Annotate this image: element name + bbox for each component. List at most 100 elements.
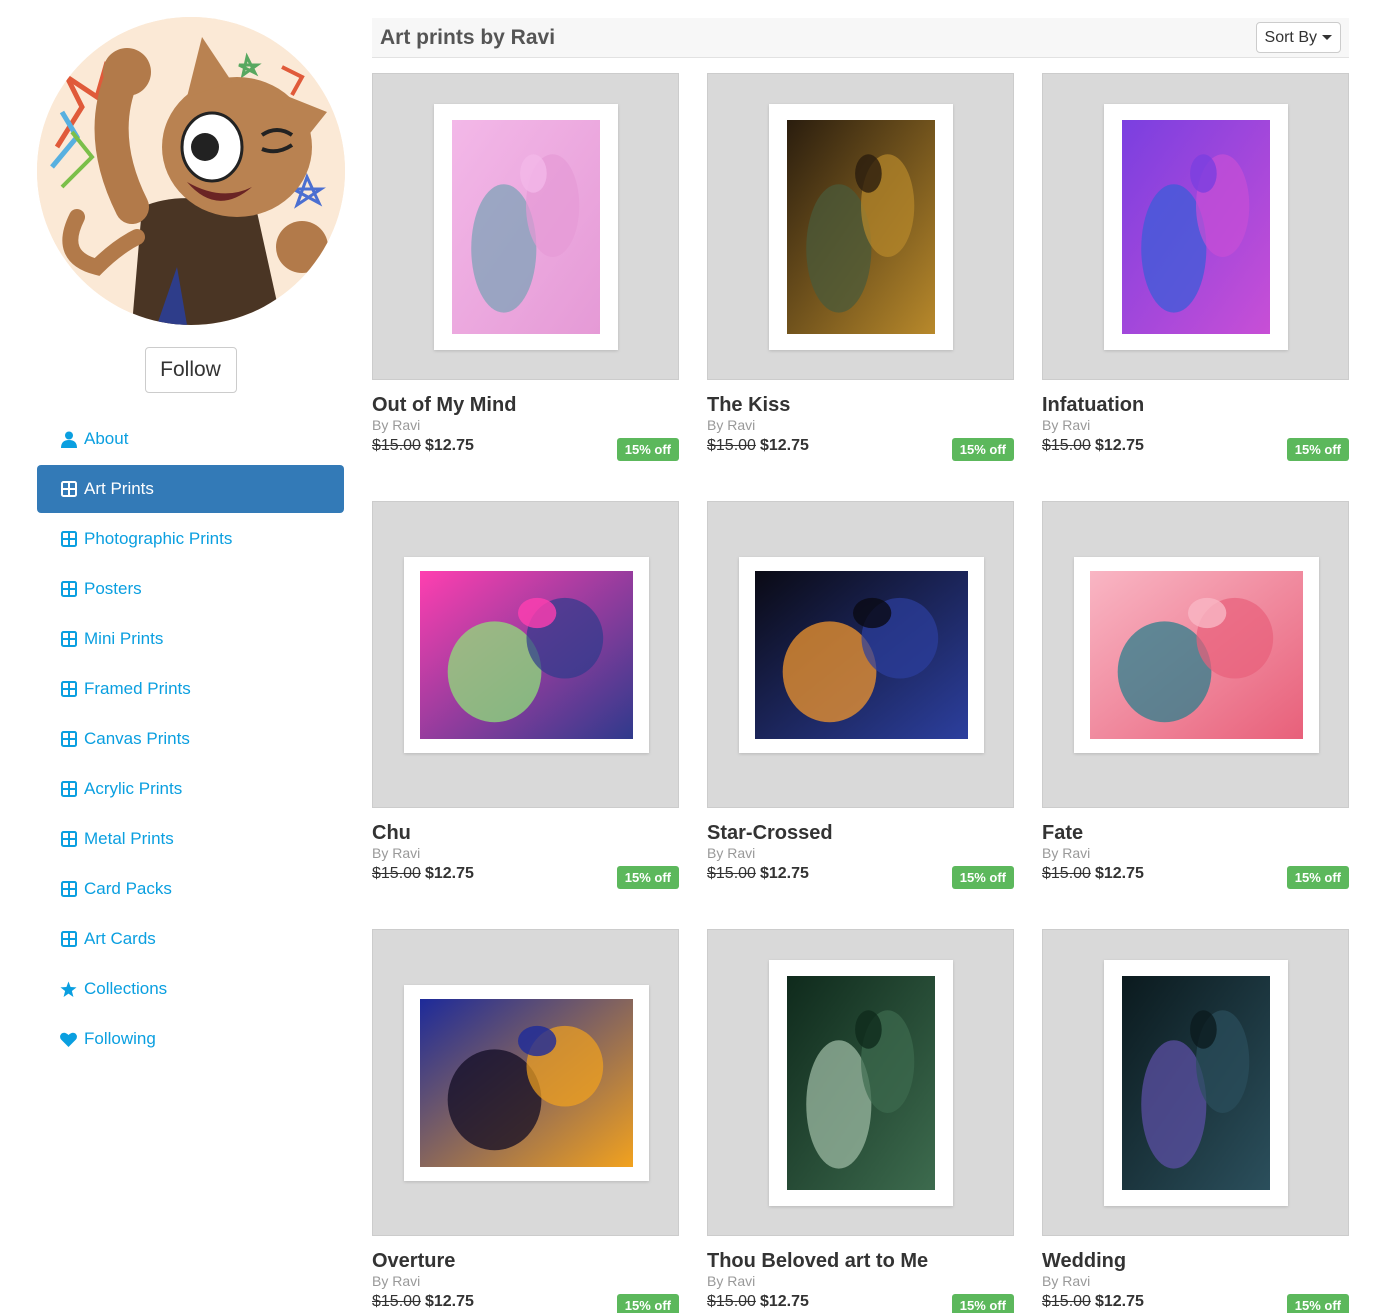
sidebar-item-label: Collections bbox=[84, 979, 168, 998]
grid-icon bbox=[60, 481, 77, 498]
sidebar-item-label: Framed Prints bbox=[84, 679, 191, 698]
product-thumbnail[interactable] bbox=[1042, 501, 1349, 808]
discount-badge: 15% off bbox=[951, 1293, 1014, 1313]
sale-price: $12.75 bbox=[759, 1293, 809, 1310]
discount-badge: 15% off bbox=[1286, 865, 1349, 889]
product-artist: By Ravi bbox=[707, 845, 756, 861]
product-title[interactable]: The Kiss bbox=[707, 393, 1014, 417]
product-artist: By Ravi bbox=[1042, 1273, 1091, 1289]
sidebar-item-photographic-prints[interactable]: Photographic Prints bbox=[37, 515, 344, 563]
product-artist: By Ravi bbox=[372, 417, 421, 433]
grid-icon bbox=[60, 831, 77, 848]
print-mat bbox=[769, 104, 953, 350]
grid-icon bbox=[60, 781, 77, 798]
product-artist: By Ravi bbox=[1042, 417, 1091, 433]
product-card[interactable]: Wedding By Ravi $15.00 $12.75 15% off bbox=[1042, 929, 1349, 1313]
product-card[interactable]: Fate By Ravi $15.00 $12.75 15% off bbox=[1042, 501, 1349, 889]
sidebar-item-label: Following bbox=[84, 1029, 156, 1048]
product-title[interactable]: Overture bbox=[372, 1249, 679, 1273]
sidebar-item-label: Art Cards bbox=[84, 929, 156, 948]
product-thumbnail[interactable] bbox=[372, 73, 679, 380]
sort-by-label: Sort By bbox=[1264, 28, 1317, 46]
price-row: $15.00 $12.75 15% off bbox=[372, 1290, 679, 1313]
product-card[interactable]: The Kiss By Ravi $15.00 $12.75 15% off bbox=[707, 73, 1014, 461]
sidebar-item-canvas-prints[interactable]: Canvas Prints bbox=[37, 715, 344, 763]
product-title[interactable]: Fate bbox=[1042, 821, 1349, 845]
grid-icon bbox=[60, 731, 77, 748]
main-content: Art prints by Ravi Sort By Out of My Min… bbox=[372, 18, 1349, 1313]
product-artist: By Ravi bbox=[372, 1273, 421, 1289]
product-title[interactable]: Infatuation bbox=[1042, 393, 1349, 417]
listing-header: Art prints by Ravi Sort By bbox=[372, 18, 1349, 58]
discount-badge: 15% off bbox=[616, 1293, 679, 1313]
original-price: $15.00 bbox=[372, 865, 421, 882]
grid-icon bbox=[60, 531, 77, 548]
print-mat bbox=[1104, 104, 1288, 350]
artwork-image bbox=[420, 571, 633, 739]
sale-price: $12.75 bbox=[759, 437, 809, 454]
original-price: $15.00 bbox=[372, 1293, 421, 1310]
artwork-image bbox=[787, 976, 935, 1190]
sidebar-nav: About Art Prints Photographic Prints Poster… bbox=[37, 415, 344, 1063]
discount-badge: 15% off bbox=[1286, 1293, 1349, 1313]
price-row: $15.00 $12.75 15% off bbox=[707, 862, 1014, 889]
artwork-image bbox=[755, 571, 968, 739]
product-thumbnail[interactable] bbox=[372, 929, 679, 1236]
sidebar-item-following[interactable]: Following bbox=[37, 1015, 344, 1063]
product-thumbnail[interactable] bbox=[707, 73, 1014, 380]
print-mat bbox=[1104, 960, 1288, 1206]
product-thumbnail[interactable] bbox=[372, 501, 679, 808]
original-price: $15.00 bbox=[707, 437, 756, 454]
artwork-image bbox=[420, 999, 633, 1167]
product-card[interactable]: Overture By Ravi $15.00 $12.75 15% off bbox=[372, 929, 679, 1313]
sidebar-item-label: Canvas Prints bbox=[84, 729, 190, 748]
caret-down-icon bbox=[1322, 35, 1332, 40]
sidebar-item-label: Posters bbox=[84, 579, 142, 598]
artwork-image bbox=[452, 120, 600, 334]
product-thumbnail[interactable] bbox=[1042, 73, 1349, 380]
heart-icon bbox=[60, 1031, 77, 1048]
page: Follow About Art Prints Photographic Print… bbox=[0, 0, 1377, 1313]
product-card[interactable]: Thou Beloved art to Me By Ravi $15.00 $12.7… bbox=[707, 929, 1014, 1313]
product-card[interactable]: Chu By Ravi $15.00 $12.75 15% off bbox=[372, 501, 679, 889]
grid-icon bbox=[60, 581, 77, 598]
sidebar-item-label: Photographic Prints bbox=[84, 529, 233, 548]
price-row: $15.00 $12.75 15% off bbox=[372, 862, 679, 889]
avatar[interactable] bbox=[37, 17, 345, 325]
product-card[interactable]: Out of My Mind By Ravi $15.00 $12.75 15% off bbox=[372, 73, 679, 461]
product-card[interactable]: Star-Crossed By Ravi $15.00 $12.75 15% off bbox=[707, 501, 1014, 889]
discount-badge: 15% off bbox=[1286, 437, 1349, 461]
follow-button[interactable]: Follow bbox=[144, 347, 237, 393]
product-title[interactable]: Thou Beloved art to Me bbox=[707, 1249, 1014, 1273]
sort-by-dropdown[interactable]: Sort By bbox=[1255, 22, 1341, 53]
sidebar-item-collections[interactable]: Collections bbox=[37, 965, 344, 1013]
product-thumbnail[interactable] bbox=[707, 929, 1014, 1236]
product-thumbnail[interactable] bbox=[707, 501, 1014, 808]
sidebar-item-metal-prints[interactable]: Metal Prints bbox=[37, 815, 344, 863]
product-artist: By Ravi bbox=[707, 417, 756, 433]
sidebar-item-art-prints[interactable]: Art Prints bbox=[37, 465, 344, 513]
print-mat bbox=[769, 960, 953, 1206]
product-thumbnail[interactable] bbox=[1042, 929, 1349, 1236]
sidebar-item-art-cards[interactable]: Art Cards bbox=[37, 915, 344, 963]
sidebar-item-label: Mini Prints bbox=[84, 629, 164, 648]
sidebar-item-about[interactable]: About bbox=[37, 415, 344, 463]
product-artist: By Ravi bbox=[372, 845, 421, 861]
sidebar-item-acrylic-prints[interactable]: Acrylic Prints bbox=[37, 765, 344, 813]
product-title[interactable]: Wedding bbox=[1042, 1249, 1349, 1273]
artwork-image bbox=[1122, 976, 1270, 1190]
price-row: $15.00 $12.75 15% off bbox=[1042, 1290, 1349, 1313]
sidebar-item-posters[interactable]: Posters bbox=[37, 565, 344, 613]
grid-icon bbox=[60, 631, 77, 648]
product-card[interactable]: Infatuation By Ravi $15.00 $12.75 15% off bbox=[1042, 73, 1349, 461]
product-title[interactable]: Star-Crossed bbox=[707, 821, 1014, 845]
sidebar-item-card-packs[interactable]: Card Packs bbox=[37, 865, 344, 913]
sale-price: $12.75 bbox=[424, 1293, 474, 1310]
cat-avatar-illustration bbox=[37, 17, 345, 325]
product-title[interactable]: Out of My Mind bbox=[372, 393, 679, 417]
sidebar: Follow About Art Prints Photographic Print… bbox=[37, 17, 345, 1065]
product-title[interactable]: Chu bbox=[372, 821, 679, 845]
sidebar-item-mini-prints[interactable]: Mini Prints bbox=[37, 615, 344, 663]
sidebar-item-framed-prints[interactable]: Framed Prints bbox=[37, 665, 344, 713]
print-mat bbox=[404, 985, 649, 1181]
